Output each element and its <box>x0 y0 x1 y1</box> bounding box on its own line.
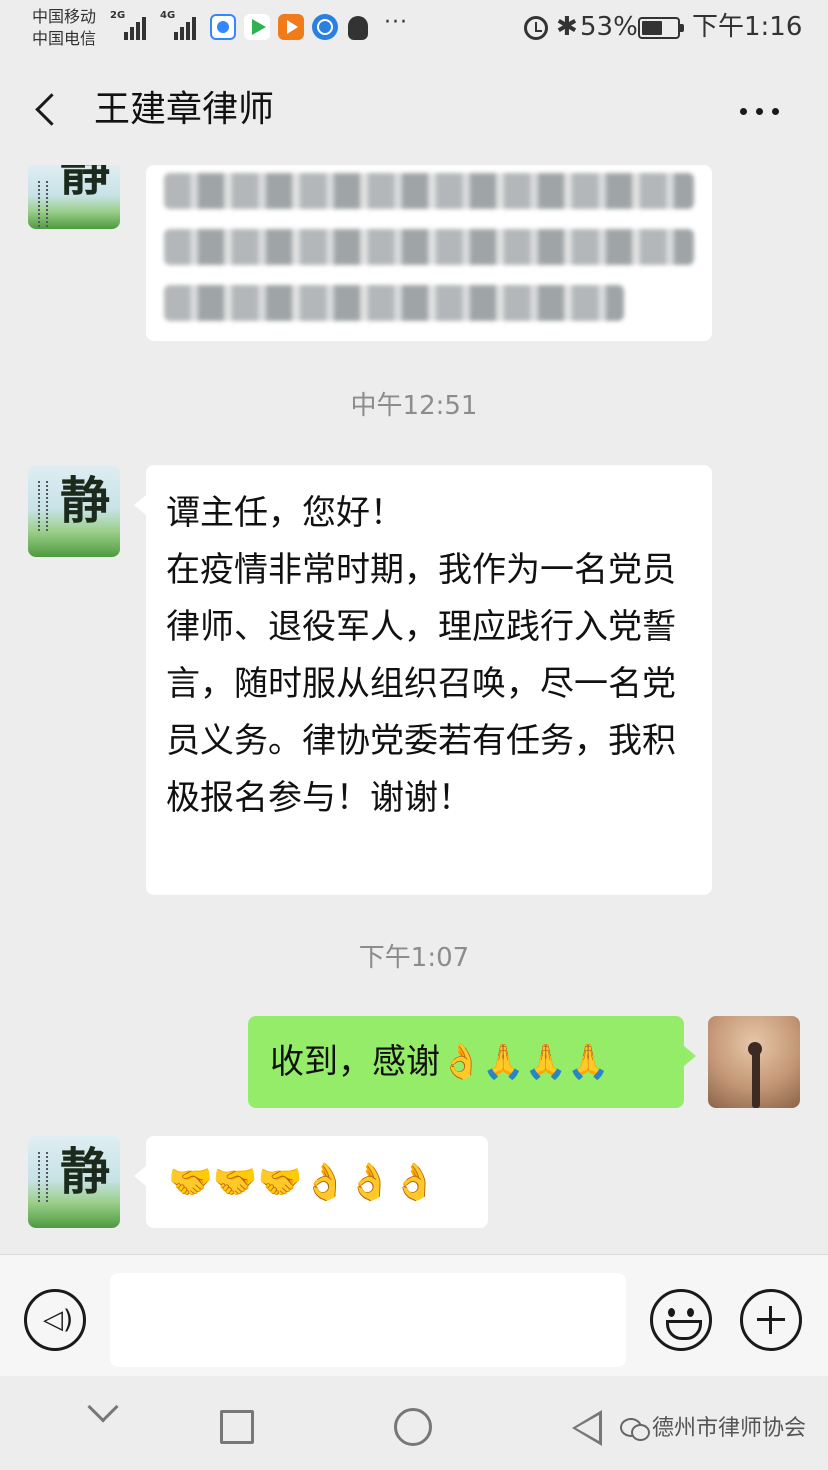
battery-icon <box>638 17 684 39</box>
emoji-sequence: 🤝🤝🤝👌👌👌 <box>168 1162 437 1203</box>
back-button[interactable] <box>28 84 68 136</box>
emoji-picker-button[interactable] <box>650 1289 712 1351</box>
my-avatar[interactable] <box>708 1016 800 1108</box>
chat-title: 王建章律师 <box>94 89 275 130</box>
outgoing-message-bubble[interactable]: 收到，感谢👌🙏🙏🙏 <box>248 1016 696 1108</box>
message-text: 谭主任，您好！ 在疫情非常时期，我作为一名党员律师、退役军人，理应践行入党誓言，… <box>166 493 676 818</box>
home-button[interactable] <box>394 1408 432 1446</box>
contact-avatar[interactable]: 静 <box>28 1136 120 1228</box>
hide-keyboard-icon[interactable] <box>87 1391 119 1423</box>
chat-header: 王建章律师 <box>0 62 828 158</box>
qq-notification-icon <box>348 16 368 40</box>
app-notification-icon <box>312 14 338 40</box>
input-bar: ◁) <box>0 1254 828 1376</box>
bluetooth-icon: ✱ <box>556 12 578 42</box>
video-app-notification-icon <box>244 14 270 40</box>
carrier-2: 中国电信 <box>32 29 97 48</box>
message-input[interactable] <box>110 1273 626 1367</box>
baidu-notification-icon <box>210 14 236 40</box>
message-timestamp: 中午12:51 <box>350 391 478 421</box>
watermark-text: 德州市律师协会 <box>652 1416 807 1441</box>
alarm-icon <box>524 16 548 40</box>
emoji-sequence: 👌🙏🙏🙏 <box>440 1042 610 1082</box>
blurred-message-bubble[interactable] <box>146 165 712 341</box>
signal-icon <box>174 14 204 40</box>
more-options-button[interactable] <box>736 86 786 136</box>
voice-icon: ◁) <box>43 1305 74 1335</box>
incoming-emoji-bubble[interactable]: 🤝🤝🤝👌👌👌 <box>134 1136 488 1228</box>
incoming-message-bubble[interactable]: 谭主任，您好！ 在疫情非常时期，我作为一名党员律师、退役军人，理应践行入党誓言，… <box>134 465 712 895</box>
contact-avatar[interactable]: 静 <box>28 465 120 557</box>
carrier-labels: 中国移动 中国电信 <box>32 6 96 50</box>
message-timestamp: 下午1:07 <box>358 943 470 973</box>
network-type-2: 4G <box>160 10 176 21</box>
system-back-button[interactable] <box>572 1410 602 1446</box>
network-type-1: 2G <box>110 10 126 21</box>
status-clock: 下午1:16 <box>692 12 803 42</box>
play-app-notification-icon <box>278 14 304 40</box>
system-nav-bar: 德州市律师协会 <box>0 1376 828 1470</box>
carrier-1: 中国移动 <box>32 7 97 26</box>
signal-icon <box>124 14 154 40</box>
status-bar: 中国移动 中国电信 2G 4G ··· ✱ 53% 下午1:16 <box>0 0 828 62</box>
voice-input-button[interactable]: ◁) <box>24 1289 86 1351</box>
recent-apps-button[interactable] <box>220 1410 254 1444</box>
more-notifications-icon: ··· <box>384 10 408 35</box>
wechat-logo-icon <box>620 1416 650 1441</box>
message-text: 收到，感谢👌🙏🙏🙏 <box>270 1042 610 1082</box>
more-functions-button[interactable] <box>740 1289 802 1351</box>
contact-avatar[interactable]: 静 <box>28 165 120 229</box>
battery-percentage: 53% <box>580 12 638 42</box>
